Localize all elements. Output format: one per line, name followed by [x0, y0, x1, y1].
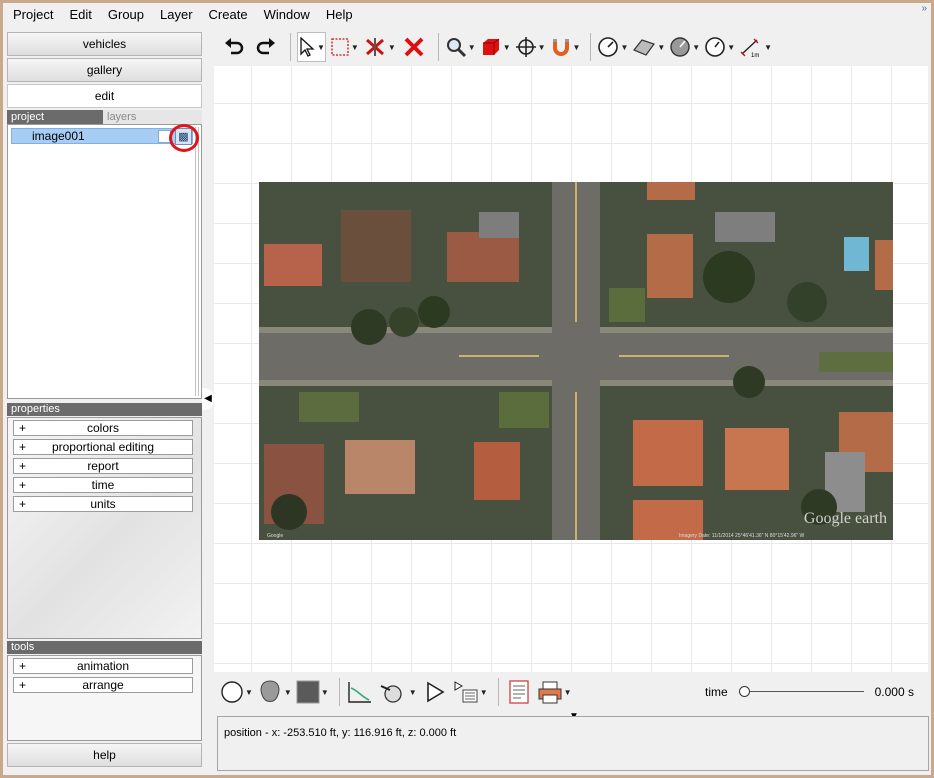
- properties-panel: + colors + proportional editing + report…: [7, 417, 202, 639]
- properties-row-label: report: [87, 459, 119, 473]
- project-list-scrollbar[interactable]: [195, 127, 199, 396]
- select-arrow-icon[interactable]: ▼: [297, 32, 326, 62]
- position-readout: position - x: -253.510 ft, y: 116.916 ft…: [224, 727, 457, 739]
- expand-icon[interactable]: +: [19, 459, 26, 473]
- main-toolbar: ▼ ▼ ▼ ▼ ▼ ▼ ▼ ▼ ▼ ▼ ▼ 1m ▼: [214, 28, 928, 66]
- project-layers-tabs: project layers: [7, 110, 202, 124]
- undo-icon[interactable]: [220, 32, 248, 62]
- graph-icon[interactable]: [346, 677, 374, 707]
- status-panel: position - x: -253.510 ft, y: 116.916 ft…: [217, 716, 929, 771]
- svg-text:1m: 1m: [751, 53, 759, 58]
- time-slider[interactable]: [739, 686, 864, 697]
- tools-row-animation[interactable]: + animation: [13, 658, 193, 674]
- properties-row-label: time: [91, 478, 115, 492]
- redo-icon[interactable]: [252, 32, 280, 62]
- tab-project[interactable]: project: [7, 110, 103, 124]
- move-icon[interactable]: ▼: [515, 32, 546, 62]
- properties-row-label: colors: [86, 421, 119, 435]
- project-list: image001 ▩: [7, 124, 202, 399]
- bottom-toolbar: ▼ ▼ ▼ ▼ ▼ ▼ time 0.000 s: [214, 672, 928, 712]
- scale-icon[interactable]: 1m ▼: [739, 32, 772, 62]
- menu-group[interactable]: Group: [100, 3, 152, 27]
- help-button[interactable]: help: [7, 743, 202, 767]
- selection-box-icon[interactable]: ▼: [330, 32, 359, 62]
- camera-icon[interactable]: ▼: [378, 677, 417, 707]
- play-icon[interactable]: [421, 677, 449, 707]
- time-slider-handle[interactable]: [739, 686, 750, 697]
- toolbar-overflow-icon[interactable]: »: [921, 3, 927, 14]
- expand-icon[interactable]: +: [19, 659, 26, 673]
- menu-project[interactable]: Project: [3, 3, 61, 27]
- list-item[interactable]: image001 ▩: [11, 128, 193, 145]
- disc-icon[interactable]: ▼: [669, 32, 700, 62]
- color-swatch-icon[interactable]: ▼: [296, 677, 329, 707]
- menu-help[interactable]: Help: [318, 3, 361, 27]
- expand-icon[interactable]: +: [19, 440, 26, 454]
- menu-create[interactable]: Create: [201, 3, 256, 27]
- svg-text:Google: Google: [267, 533, 283, 539]
- shape-icon[interactable]: ▼: [257, 677, 292, 707]
- time-label: time: [705, 685, 728, 699]
- zoom-icon[interactable]: ▼: [445, 32, 476, 62]
- print-icon[interactable]: ▼: [537, 677, 572, 707]
- 3d-box-icon[interactable]: ▼: [480, 32, 511, 62]
- edit-button[interactable]: edit: [7, 84, 202, 108]
- tools-row-label: animation: [76, 659, 130, 673]
- delete-point-icon[interactable]: ▼: [363, 32, 396, 62]
- tools-row-label: arrange: [82, 678, 124, 692]
- annotation-circle: [169, 124, 199, 152]
- svg-text:Imagery Date: 11/1/2014 25°: Imagery Date: 11/1/2014 25°46'41.36" N 8…: [679, 533, 805, 539]
- tools-header: tools: [7, 641, 202, 654]
- magnet-icon[interactable]: ▼: [550, 32, 580, 62]
- properties-row-proportional-editing[interactable]: + proportional editing: [13, 439, 193, 455]
- menu-layer[interactable]: Layer: [152, 3, 201, 27]
- google-earth-watermark: Google earth: [803, 510, 887, 527]
- menu-window[interactable]: Window: [256, 3, 318, 27]
- speedometer-icon[interactable]: ▼: [704, 32, 735, 62]
- render-icon[interactable]: ▼: [453, 677, 488, 707]
- measure-angle-icon[interactable]: ▼: [597, 32, 628, 62]
- menu-edit[interactable]: Edit: [61, 3, 99, 27]
- properties-row-time[interactable]: + time: [13, 477, 193, 493]
- properties-row-colors[interactable]: + colors: [13, 420, 193, 436]
- expand-icon[interactable]: +: [19, 478, 26, 492]
- tools-panel: + animation + arrange: [7, 655, 202, 741]
- properties-row-label: units: [90, 497, 116, 511]
- properties-row-label: proportional editing: [51, 440, 155, 454]
- properties-header: properties: [7, 403, 202, 416]
- list-item-label: image001: [32, 129, 85, 143]
- tab-layers[interactable]: layers: [103, 110, 202, 124]
- properties-row-units[interactable]: + units: [13, 496, 193, 512]
- surface-icon[interactable]: ▼: [632, 32, 665, 62]
- expand-icon[interactable]: +: [19, 497, 26, 511]
- gallery-button[interactable]: gallery: [7, 58, 202, 82]
- tools-row-arrange[interactable]: + arrange: [13, 677, 193, 693]
- vehicles-button[interactable]: vehicles: [7, 32, 202, 56]
- aerial-image[interactable]: Google Imagery Date: 11/1/2014 25°46'41.…: [259, 182, 893, 540]
- time-value: 0.000 s: [874, 685, 914, 699]
- delete-icon[interactable]: [400, 32, 428, 62]
- report-icon[interactable]: [505, 677, 533, 707]
- expand-icon[interactable]: +: [19, 421, 26, 435]
- menu-bar: Project Edit Group Layer Create Window H…: [3, 3, 931, 27]
- properties-row-report[interactable]: + report: [13, 458, 193, 474]
- circle-icon[interactable]: ▼: [220, 677, 253, 707]
- expand-icon[interactable]: +: [19, 678, 26, 692]
